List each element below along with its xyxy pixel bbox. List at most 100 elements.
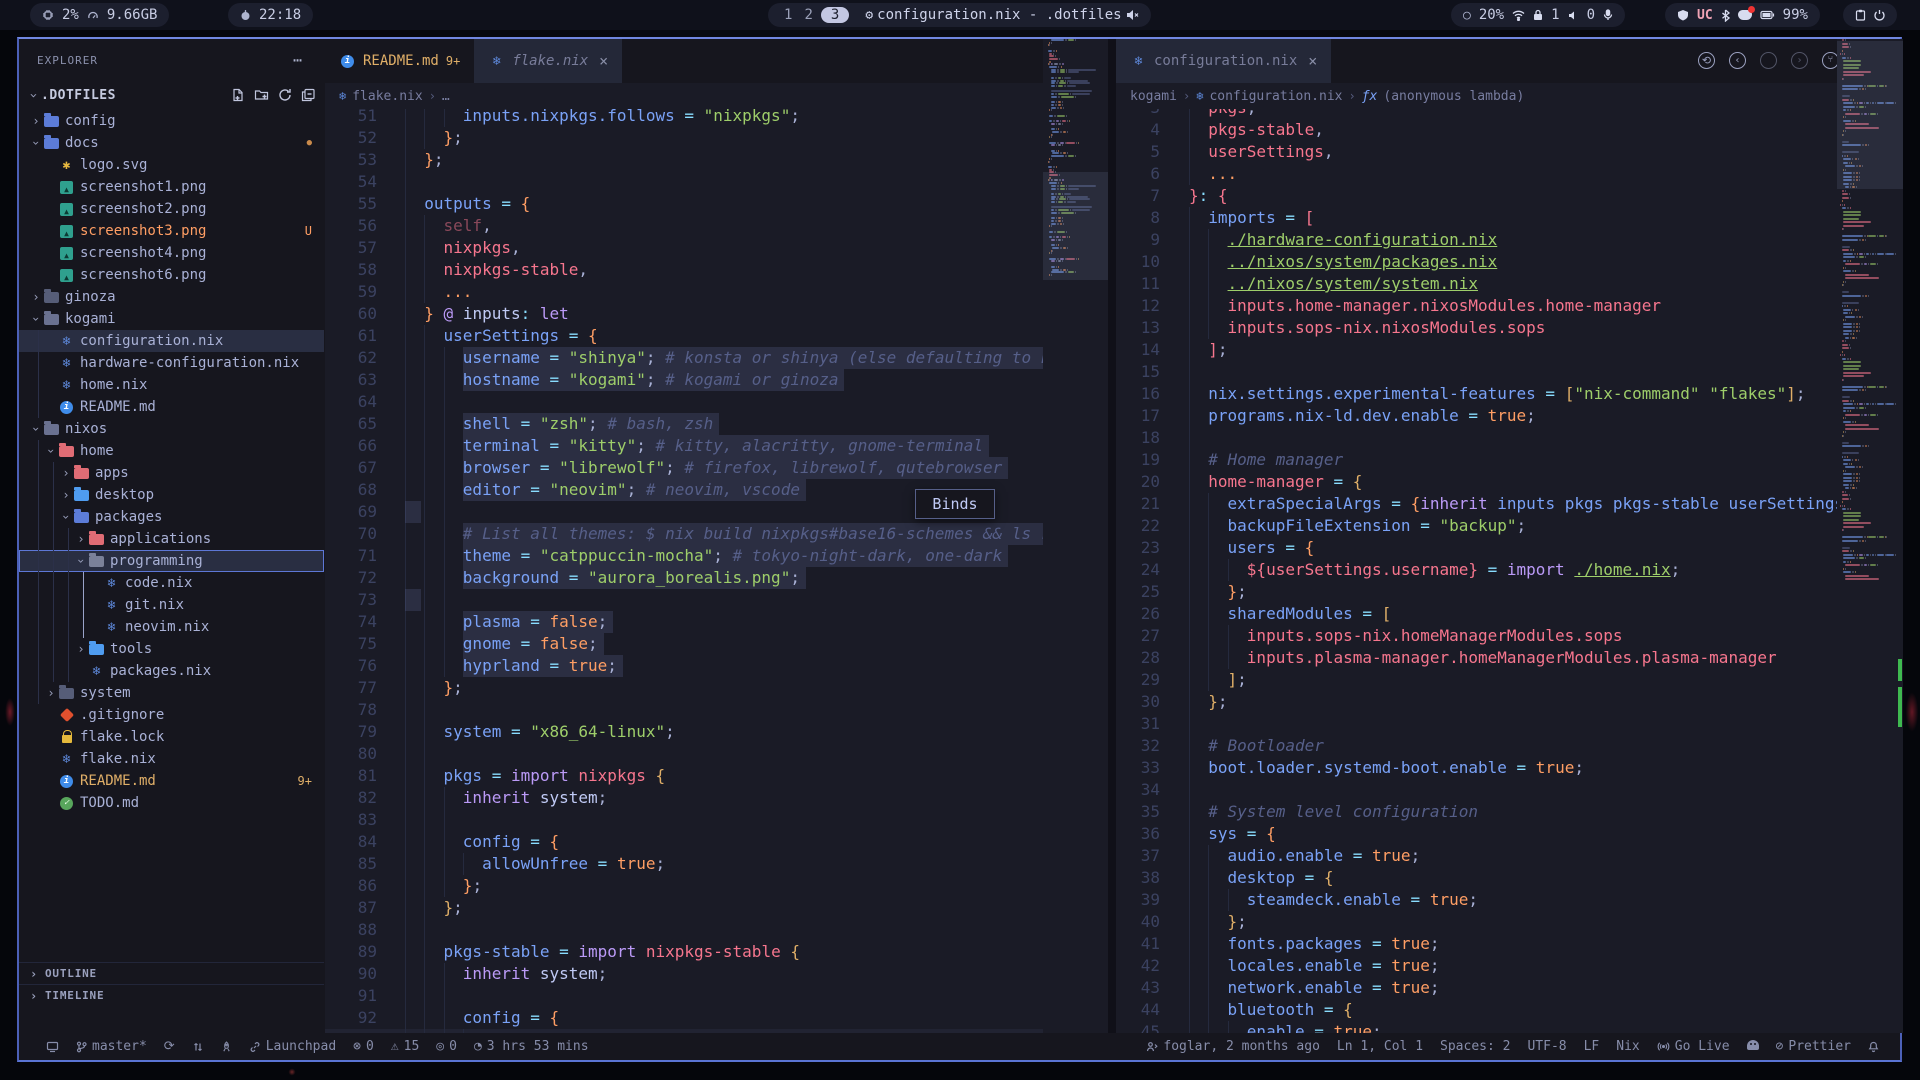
tree-item-system[interactable]: ›system: [19, 682, 324, 704]
breadcrumb-item[interactable]: kogami: [1130, 89, 1177, 104]
breadcrumb-left[interactable]: ❄flake.nix›…: [325, 83, 1108, 109]
keyboard-layout-icon[interactable]: UC: [1697, 8, 1713, 23]
breadcrumb-item[interactable]: …: [442, 89, 450, 104]
status-broadcast[interactable]: Go Live: [1652, 1039, 1735, 1054]
notification-tray-icon[interactable]: [1738, 10, 1752, 20]
tree-item-home.nix[interactable]: ❄home.nix: [19, 374, 324, 396]
workspaces[interactable]: 123: [780, 7, 849, 23]
tab-close-icon[interactable]: ×: [1308, 52, 1317, 70]
tree-item-configuration.nix[interactable]: ❄configuration.nix: [19, 330, 324, 352]
status-blame[interactable]: foglar, 2 months ago: [1141, 1039, 1325, 1054]
status-error[interactable]: ⊗0: [348, 1039, 379, 1054]
minimap-left[interactable]: [1043, 39, 1109, 1033]
status-octopus[interactable]: [1742, 1039, 1764, 1054]
wifi-icon[interactable]: [1512, 10, 1525, 21]
breadcrumb-item[interactable]: flake.nix: [352, 89, 422, 104]
status-nix[interactable]: Nix: [1611, 1039, 1644, 1054]
new-folder-icon[interactable]: [254, 88, 269, 102]
collapse-folders-icon[interactable]: [301, 88, 316, 102]
history-icon[interactable]: ⟲: [1698, 52, 1715, 69]
minimap-right[interactable]: [1837, 39, 1903, 1033]
tree-item-desktop[interactable]: ›desktop: [19, 484, 324, 506]
status-clock[interactable]: ◔3 hrs 53 mins: [469, 1039, 594, 1054]
tree-item-screenshot6.png[interactable]: ▲screenshot6.png: [19, 264, 324, 286]
tree-item-kogami[interactable]: ›kogami: [19, 308, 324, 330]
status-utf-8[interactable]: UTF-8: [1522, 1039, 1571, 1054]
tree-item-git.nix[interactable]: ❄git.nix: [19, 594, 324, 616]
workspace-2[interactable]: 2: [800, 7, 816, 23]
status-ports[interactable]: ◎0: [431, 1039, 462, 1054]
tree-item-programming[interactable]: ›programming: [19, 550, 324, 572]
breadcrumb-item[interactable]: configuration.nix: [1209, 89, 1342, 104]
info-icon: i: [339, 53, 356, 69]
speaker-icon[interactable]: [1568, 10, 1579, 21]
status-lf[interactable]: LF: [1579, 1039, 1605, 1054]
explorer-more-actions[interactable]: ⋯: [293, 51, 302, 69]
tree-item-screenshot4.png[interactable]: ▲screenshot4.png: [19, 242, 324, 264]
code-editor-flake-nix[interactable]: 51 inputs.nixpkgs.follows = "nixpkgs";52…: [325, 109, 1108, 1033]
workspace-3[interactable]: 3: [821, 7, 849, 23]
workspace-root-row[interactable]: › .DOTFILES: [19, 83, 324, 107]
status-link[interactable]: Launchpad: [244, 1039, 341, 1054]
status-warning[interactable]: ⚠15: [386, 1039, 424, 1054]
status-spaces-2[interactable]: Spaces: 2: [1435, 1039, 1515, 1054]
code-text: system = "x86_64-linux";: [405, 721, 675, 743]
breadcrumb-right[interactable]: kogami›❄configuration.nix›ƒx(anonymous l…: [1116, 83, 1902, 109]
tree-item-logo.svg[interactable]: ✱logo.svg: [19, 154, 324, 176]
tree-item-home[interactable]: ›home: [19, 440, 324, 462]
tree-item-packages[interactable]: ›packages: [19, 506, 324, 528]
tree-item-hardware-configuration.nix[interactable]: ❄hardware-configuration.nix: [19, 352, 324, 374]
tree-item-screenshot2.png[interactable]: ▲screenshot2.png: [19, 198, 324, 220]
status-bell[interactable]: [1863, 1041, 1884, 1053]
nav-dot-icon[interactable]: [1760, 52, 1777, 69]
status-sync[interactable]: ⟳: [159, 1039, 180, 1054]
status-compare[interactable]: [187, 1041, 209, 1053]
tree-item-flake.lock[interactable]: flake.lock: [19, 726, 324, 748]
tab-flake.nix[interactable]: ❄flake.nix×: [474, 39, 622, 83]
status-prettier[interactable]: ⊘Prettier: [1771, 1039, 1856, 1054]
tree-item-screenshot1.png[interactable]: ▲screenshot1.png: [19, 176, 324, 198]
tree-item-config[interactable]: ›config: [19, 110, 324, 132]
tree-item-README.md[interactable]: iREADME.md: [19, 396, 324, 418]
status-ln-1-col-1[interactable]: Ln 1, Col 1: [1332, 1039, 1428, 1054]
minimap-slider[interactable]: [1837, 41, 1903, 189]
navigate-forward-icon[interactable]: ›: [1791, 52, 1808, 69]
status-rocket[interactable]: [216, 1041, 237, 1053]
muted-speaker-icon[interactable]: [1126, 9, 1139, 21]
tab-close-icon[interactable]: ×: [599, 52, 608, 70]
tree-item-neovim.nix[interactable]: ❄neovim.nix: [19, 616, 324, 638]
sidebar-section-outline[interactable]: ›OUTLINE: [19, 962, 324, 984]
status-remote[interactable]: [41, 1041, 64, 1053]
code-line-33: 33 boot.loader.systemd-boot.enable = tru…: [1116, 757, 1902, 779]
microphone-icon[interactable]: [1603, 9, 1613, 21]
tree-item-packages.nix[interactable]: ❄packages.nix: [19, 660, 324, 682]
tree-item-docs[interactable]: ›docs●: [19, 132, 324, 154]
tree-item-applications[interactable]: ›applications: [19, 528, 324, 550]
refresh-icon[interactable]: [278, 88, 292, 102]
tab-configuration.nix[interactable]: ❄configuration.nix×: [1116, 39, 1331, 83]
breadcrumb-item[interactable]: (anonymous lambda): [1383, 89, 1524, 104]
clipboard-icon[interactable]: [1855, 9, 1866, 21]
tree-item-tools[interactable]: ›tools: [19, 638, 324, 660]
workspace-1[interactable]: 1: [780, 7, 796, 23]
tree-item-ginoza[interactable]: ›ginoza: [19, 286, 324, 308]
tree-item-apps[interactable]: ›apps: [19, 462, 324, 484]
tree-item-TODO.md[interactable]: ✓TODO.md: [19, 792, 324, 814]
tree-item-.gitignore[interactable]: .gitignore: [19, 704, 324, 726]
tree-item-nixos[interactable]: ›nixos: [19, 418, 324, 440]
minimap-slider[interactable]: [1043, 172, 1109, 280]
new-file-icon[interactable]: [231, 88, 245, 102]
bluetooth-icon[interactable]: [1721, 9, 1730, 22]
tree-item-README.md[interactable]: iREADME.md9+: [19, 770, 324, 792]
tree-item-flake.nix[interactable]: ❄flake.nix: [19, 748, 324, 770]
sidebar-section-timeline[interactable]: ›TIMELINE: [19, 984, 324, 1006]
code-editor-configuration-nix[interactable]: 3 pkgs,4 pkgs-stable,5 userSettings,6 ..…: [1116, 109, 1902, 1033]
status-branch[interactable]: master*: [71, 1039, 152, 1054]
tree-item-code.nix[interactable]: ❄code.nix: [19, 572, 324, 594]
tree-item-screenshot3.png[interactable]: ▲screenshot3.pngU: [19, 220, 324, 242]
navigate-back-icon[interactable]: ‹: [1729, 52, 1746, 69]
tab-README.md[interactable]: iREADME.md9+: [325, 39, 474, 83]
power-icon[interactable]: [1874, 9, 1885, 21]
vpn-shield-icon[interactable]: [1677, 9, 1689, 21]
editor-group-divider[interactable]: [1108, 39, 1116, 1033]
